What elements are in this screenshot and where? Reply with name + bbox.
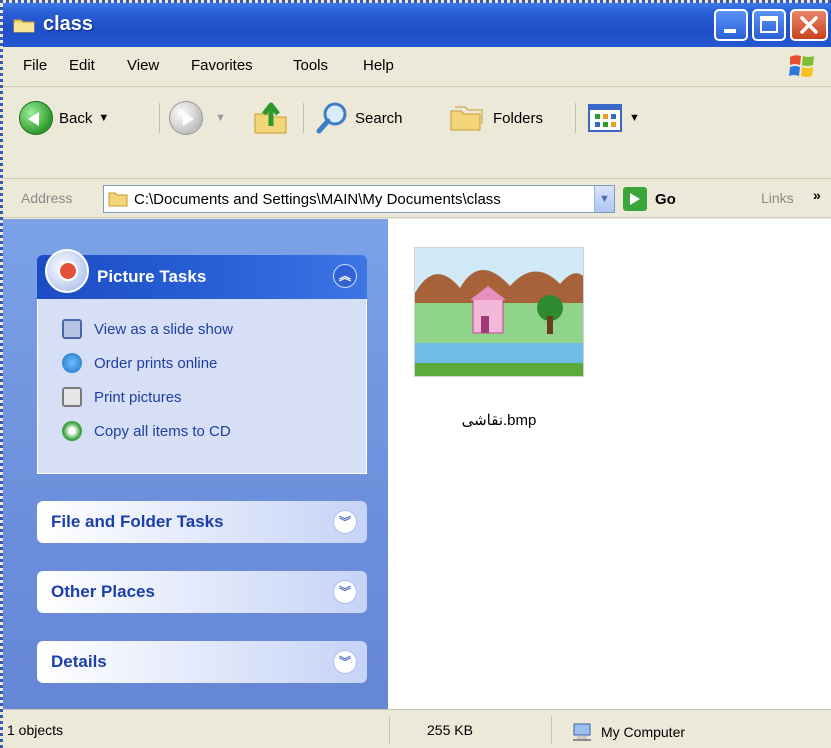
address-path: C:\Documents and Settings\MAIN\My Docume… (134, 190, 501, 208)
menu-bar: File Edit View Favorites Tools Help (3, 47, 831, 87)
file-folder-tasks-header[interactable]: File and Folder Tasks ︾ (37, 501, 367, 543)
back-button[interactable]: Back ▼ (19, 100, 109, 136)
search-button[interactable]: Search (315, 100, 403, 136)
collapse-chevron-icon[interactable]: ︽ (333, 264, 357, 288)
task-label: View as a slide show (94, 320, 233, 338)
details-header[interactable]: Details ︾ (37, 641, 367, 683)
task-print-pictures[interactable]: Print pictures (62, 385, 182, 409)
menu-file[interactable]: File (23, 57, 47, 74)
file-thumbnail[interactable] (414, 247, 584, 377)
maximize-button[interactable] (752, 9, 786, 41)
views-grid-icon (588, 104, 622, 132)
menu-edit[interactable]: Edit (69, 57, 95, 74)
folder-icon (108, 192, 128, 207)
go-arrow-icon (623, 187, 647, 211)
back-arrow-icon (19, 101, 53, 135)
folders-icon (450, 106, 483, 131)
details-title: Details (51, 652, 107, 671)
task-label: Order prints online (94, 354, 218, 372)
my-computer-icon (573, 723, 591, 741)
go-button[interactable]: Go (623, 187, 676, 211)
menu-help[interactable]: Help (363, 57, 394, 74)
minimize-button[interactable] (714, 9, 748, 41)
toolbar-separator (159, 103, 160, 133)
task-label: Copy all items to CD (94, 422, 231, 440)
back-dropdown-icon[interactable]: ▼ (98, 112, 109, 124)
status-location-label: My Computer (601, 724, 686, 740)
task-copy-to-cd[interactable]: Copy all items to CD (62, 419, 231, 443)
printer-icon (62, 387, 82, 407)
forward-button[interactable]: ▼ (169, 100, 226, 136)
toolbar: Back ▼ ▼ Search Folders ▼ (3, 88, 831, 178)
close-icon (800, 16, 818, 34)
menu-view[interactable]: View (127, 57, 159, 74)
links-label[interactable]: Links (761, 190, 794, 206)
address-bar: Address C:\Documents and Settings\MAIN\M… (3, 178, 831, 218)
picture-tasks-title: Picture Tasks (97, 267, 207, 286)
forward-dropdown-icon: ▼ (215, 112, 226, 124)
maximize-icon (760, 16, 778, 33)
title-bar[interactable]: class (3, 3, 831, 47)
file-name[interactable]: نقاشی.bmp (414, 411, 584, 429)
address-dropdown-icon[interactable]: ▼ (594, 186, 614, 212)
expand-chevron-icon[interactable]: ︾ (333, 510, 357, 534)
slideshow-icon (62, 319, 82, 339)
status-size: 255 KB (427, 722, 473, 738)
up-folder-button[interactable] (251, 100, 291, 136)
task-pane: Picture Tasks ︽ View as a slide show Ord… (3, 219, 388, 709)
close-button[interactable] (790, 9, 828, 41)
links-more-icon[interactable]: » (813, 187, 821, 203)
views-dropdown-icon[interactable]: ▼ (629, 112, 640, 124)
up-folder-icon (254, 102, 287, 134)
expand-chevron-icon[interactable]: ︾ (333, 650, 357, 674)
back-label: Back (59, 109, 93, 127)
expand-chevron-icon[interactable]: ︾ (333, 580, 357, 604)
go-label: Go (655, 190, 676, 208)
other-places-title: Other Places (51, 582, 155, 601)
file-folder-tasks-title: File and Folder Tasks (51, 512, 224, 531)
search-label: Search (355, 109, 403, 127)
minimize-icon (724, 29, 736, 33)
globe-icon (62, 353, 82, 373)
windows-logo-icon (789, 55, 814, 77)
folders-label: Folders (493, 109, 544, 127)
cd-icon (62, 421, 82, 441)
task-order-prints[interactable]: Order prints online (62, 351, 217, 375)
other-places-header[interactable]: Other Places ︾ (37, 571, 367, 613)
picture-tasks-icon (45, 249, 89, 293)
folder-icon (13, 19, 35, 33)
file-list-pane[interactable]: نقاشی.bmp (388, 219, 831, 709)
address-input[interactable]: C:\Documents and Settings\MAIN\My Docume… (103, 185, 615, 213)
task-view-slideshow[interactable]: View as a slide show (62, 317, 233, 341)
status-object-count: 1 objects (7, 722, 64, 738)
status-bar: 1 objects 255 KB My Computer (3, 709, 831, 748)
painting-thumbnail-icon (415, 248, 583, 376)
search-icon (316, 102, 347, 134)
folders-button[interactable]: Folders (447, 100, 543, 136)
menu-favorites[interactable]: Favorites (191, 57, 253, 74)
address-label: Address (21, 190, 73, 206)
status-divider (389, 716, 390, 744)
task-label: Print pictures (94, 388, 182, 406)
picture-tasks-panel: View as a slide show Order prints online… (37, 299, 367, 474)
status-divider (551, 716, 552, 744)
toolbar-separator (575, 103, 576, 133)
toolbar-separator (303, 103, 304, 133)
explorer-window: class File Edit View Favorites Tools Hel… (0, 0, 831, 748)
window-title: class (43, 13, 94, 35)
forward-arrow-icon (169, 101, 203, 135)
views-button[interactable]: ▼ (587, 100, 640, 136)
menu-tools[interactable]: Tools (293, 57, 328, 74)
status-location: My Computer (571, 722, 685, 742)
